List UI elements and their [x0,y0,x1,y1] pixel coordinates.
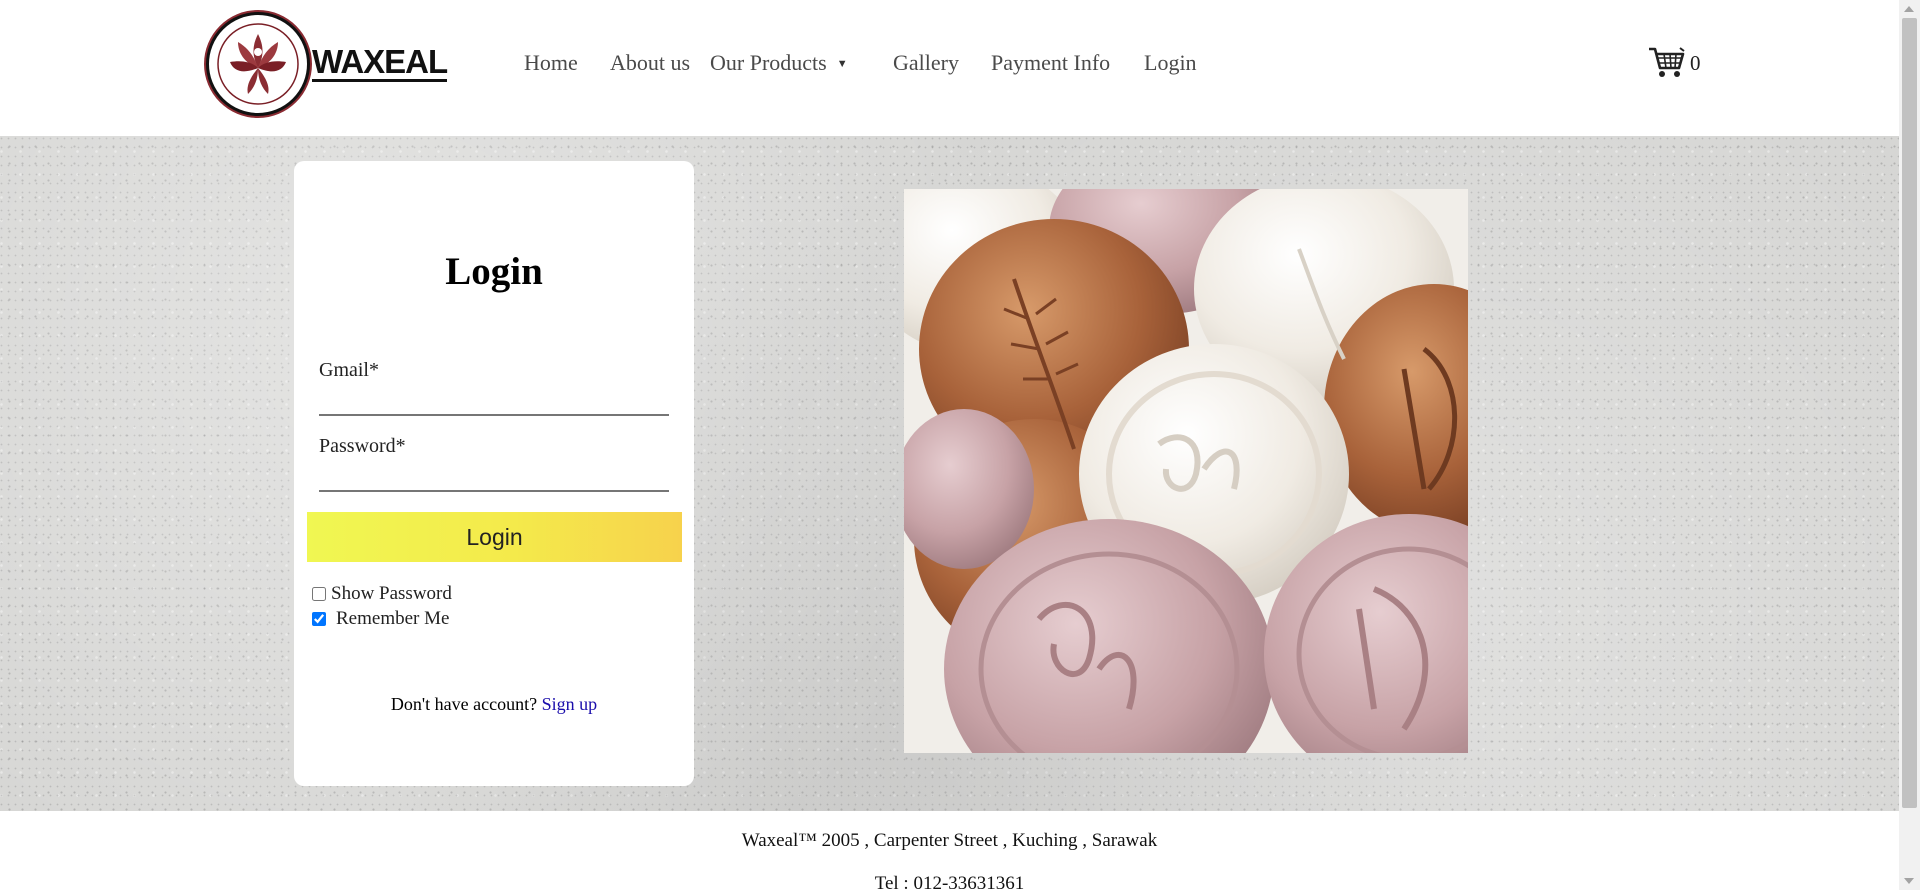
signup-prompt-text: Don't have account? [390,694,538,714]
show-password-label: Show Password [331,583,452,604]
site-header: WAXEAL Home About us Our Products ▼ Galle… [0,0,1899,136]
logo-wordmark: WAXEAL [312,43,448,82]
nav-home[interactable]: Home [524,50,578,76]
cart-button[interactable]: 0 [1648,46,1701,80]
email-field[interactable] [319,382,669,416]
logo[interactable]: WAXEAL [206,10,450,118]
login-button[interactable]: Login [307,512,682,562]
signup-link[interactable]: Sign up [542,694,598,714]
show-password-row: Show Password [312,583,452,605]
footer-phone: Tel : 012-33631361 [874,873,1025,890]
signup-prompt: Don't have account? Sign up [294,694,694,715]
page-scrollbar[interactable] [1899,0,1920,890]
email-label: Gmail* [319,359,379,381]
footer-address: Waxeal™ 2005 , Carpenter Street , Kuchin… [741,830,1158,851]
cart-count: 0 [1690,50,1701,75]
remember-me-label: Remember Me [336,608,450,629]
login-card: Login Gmail* Password* Login Show Passwo… [294,161,694,786]
password-field[interactable] [319,458,669,492]
login-title: Login [445,250,543,293]
scroll-down-arrow-icon[interactable] [1904,878,1914,884]
nav-payment-info[interactable]: Payment Info [991,50,1110,76]
nav-about-us[interactable]: About us [610,50,690,76]
nav-gallery[interactable]: Gallery [893,50,959,76]
wax-seals-photo [904,189,1468,753]
nav-login[interactable]: Login [1144,50,1197,76]
site-footer: Waxeal™ 2005 , Carpenter Street , Kuchin… [0,811,1899,890]
remember-me-row: Remember Me [312,608,449,630]
scrollbar-thumb[interactable] [1902,18,1917,808]
password-label: Password* [319,435,406,457]
remember-me-checkbox[interactable] [312,612,326,626]
nav-our-products-label: Our Products [710,50,827,75]
nav-our-products[interactable]: Our Products ▼ [710,50,848,76]
scroll-up-arrow-icon[interactable] [1904,6,1914,12]
shopping-cart-icon [1649,47,1685,77]
show-password-checkbox[interactable] [312,587,326,601]
logo-emblem-icon [206,12,310,116]
caret-down-icon: ▼ [836,58,848,70]
